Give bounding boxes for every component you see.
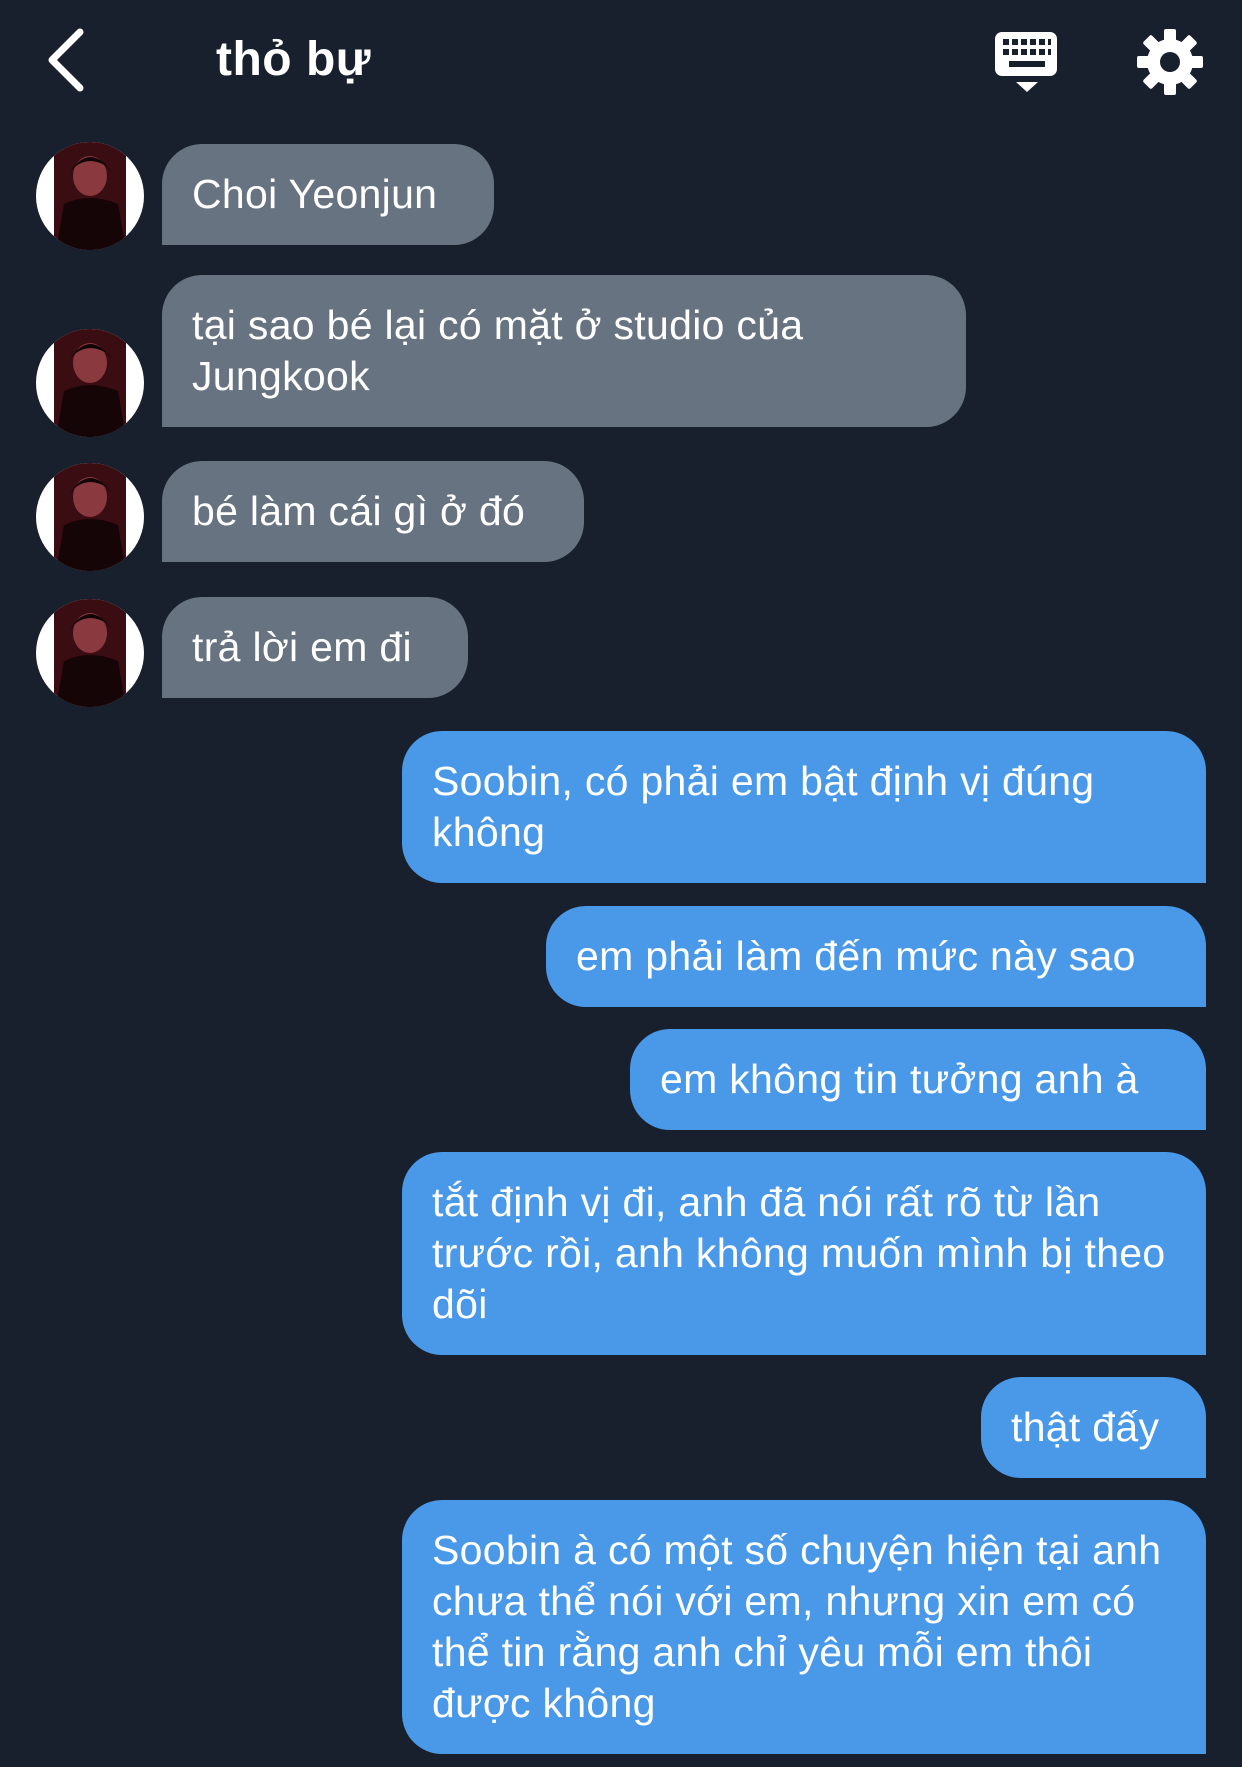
message-bubble-incoming[interactable]: Choi Yeonjun: [162, 144, 494, 245]
avatar[interactable]: [36, 329, 144, 437]
avatar[interactable]: [36, 463, 144, 571]
back-button[interactable]: [36, 22, 96, 98]
message-bubble-incoming[interactable]: tại sao bé lại có mặt ở studio của Jungk…: [162, 275, 966, 427]
message-bubble-incoming[interactable]: trả lời em đi: [162, 597, 468, 698]
chevron-left-icon: [48, 28, 84, 92]
keyboard-icon: [995, 32, 1057, 92]
avatar[interactable]: [36, 599, 144, 707]
avatar-photo: [36, 142, 144, 250]
avatar-photo: [36, 463, 144, 571]
chat-header: thỏ bự: [0, 0, 1242, 120]
message-bubble-outgoing[interactable]: Soobin à có một số chuyện hiện tại anh c…: [402, 1500, 1206, 1754]
message-bubble-outgoing[interactable]: thật đấy: [981, 1377, 1206, 1478]
avatar[interactable]: [36, 142, 144, 250]
keyboard-button[interactable]: [992, 28, 1062, 98]
message-bubble-outgoing[interactable]: em không tin tưởng anh à: [630, 1029, 1206, 1130]
message-bubble-incoming[interactable]: bé làm cái gì ở đó: [162, 461, 584, 562]
message-bubble-outgoing[interactable]: Soobin, có phải em bật định vị đúng khôn…: [402, 731, 1206, 883]
message-bubble-outgoing[interactable]: em phải làm đến mức này sao: [546, 906, 1206, 1007]
avatar-photo: [36, 599, 144, 707]
avatar-photo: [36, 329, 144, 437]
chat-title[interactable]: thỏ bự: [216, 30, 371, 90]
settings-button[interactable]: [1136, 28, 1204, 96]
message-bubble-outgoing[interactable]: tắt định vị đi, anh đã nói rất rõ từ lần…: [402, 1152, 1206, 1355]
gear-icon: [1137, 29, 1203, 95]
